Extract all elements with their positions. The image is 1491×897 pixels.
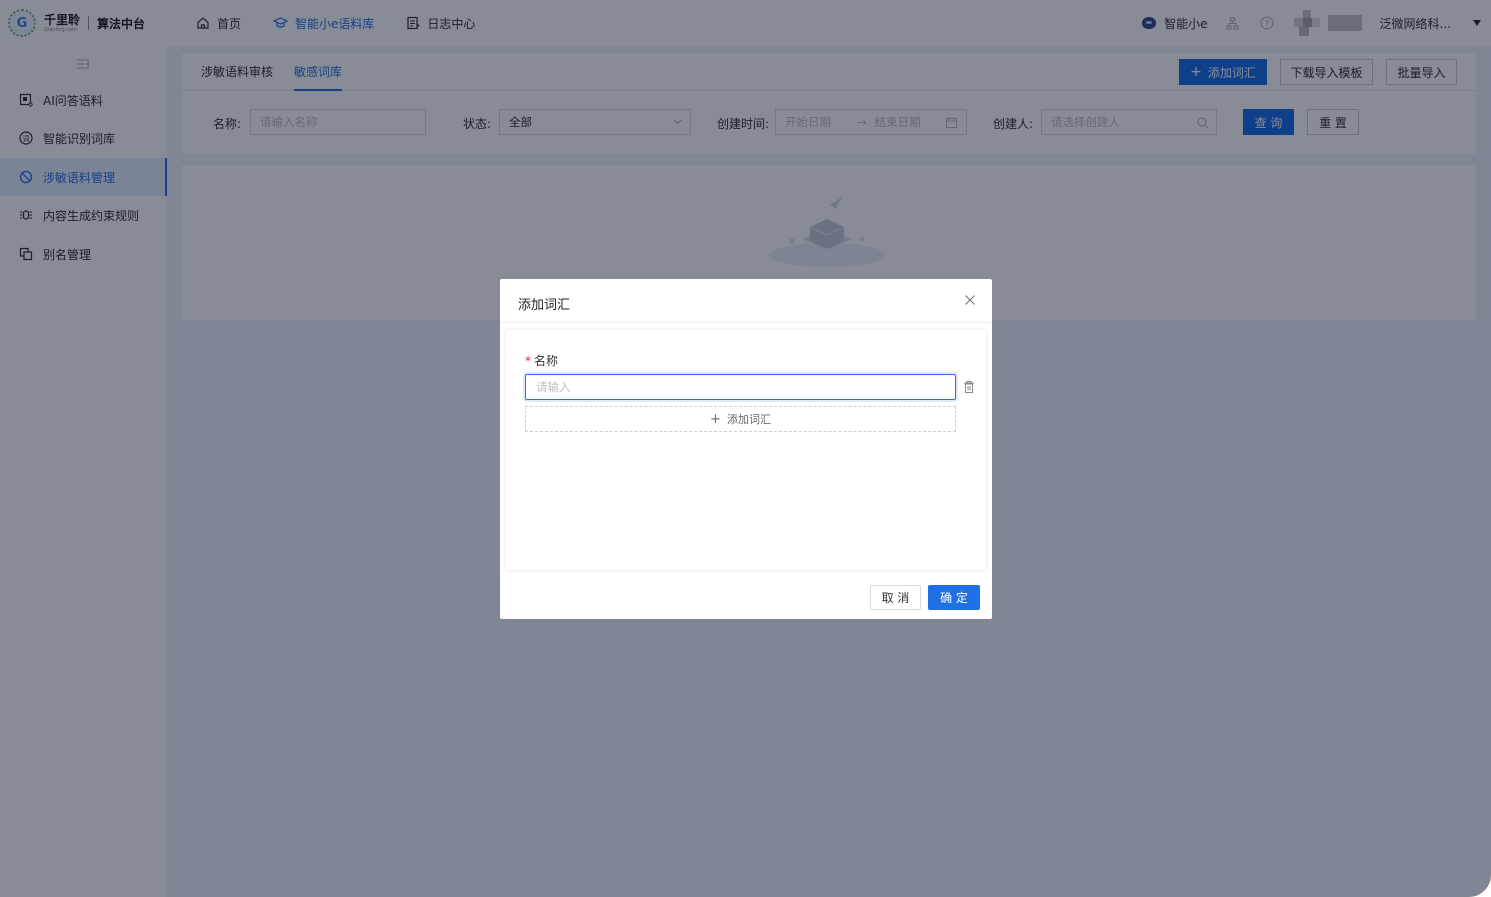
- add-term-row-button[interactable]: + 添加词汇: [525, 406, 956, 432]
- required-mark: *: [525, 354, 531, 368]
- cancel-button[interactable]: 取 消: [870, 585, 921, 610]
- dialog-title: 添加词汇: [518, 298, 571, 313]
- plus-icon: +: [710, 411, 721, 427]
- close-icon[interactable]: [962, 292, 978, 308]
- confirm-button[interactable]: 确 定: [928, 585, 980, 610]
- add-term-row-label: 添加词汇: [726, 413, 771, 426]
- name-field-label-text: 名称: [534, 354, 559, 368]
- delete-icon[interactable]: [963, 380, 975, 394]
- app-window: G 千里聆 Qianling.com 算法中台 首页 智能小e语料库 日志中心: [0, 0, 1491, 897]
- dialog-footer: 取 消 确 定: [500, 575, 992, 619]
- dialog-body: *名称 + 添加词汇: [506, 330, 986, 570]
- name-field-label: * 名称: [525, 352, 558, 369]
- add-term-dialog: 添加词汇 *名称 + 添加词汇 取 消 确 定: [500, 279, 992, 619]
- dialog-header: 添加词汇: [500, 279, 992, 323]
- term-name-input[interactable]: [525, 374, 956, 400]
